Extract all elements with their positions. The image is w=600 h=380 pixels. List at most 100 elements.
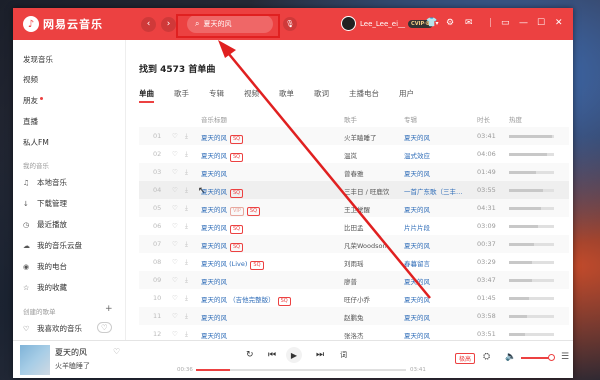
download-icon[interactable]: ⤓ <box>185 222 188 231</box>
download-icon[interactable]: ⤓ <box>185 330 188 339</box>
song-album[interactable]: 夏天的风 <box>404 204 474 214</box>
download-icon[interactable]: ⤓ <box>185 168 188 177</box>
song-album[interactable]: 夏天的风 <box>404 330 474 340</box>
app-logo[interactable]: ♪ 网易云音乐 <box>23 16 141 32</box>
table-row[interactable]: 02 ♡ ⤓ 夏天的风 SQ 温岚 温式效应 04:06 <box>139 145 569 163</box>
heart-icon[interactable]: ♡ <box>172 276 178 284</box>
sidebar-item-fm[interactable]: 私人FM <box>23 137 49 148</box>
song-artist[interactable]: 王卫觉醒 <box>344 204 404 214</box>
user-profile[interactable]: Lee_Lee_ei__ CVIP·8 ▾ <box>341 16 439 31</box>
heart-icon[interactable]: ♡ <box>172 150 178 158</box>
table-row[interactable]: 03 ♡ ⤓ 夏天的风 曾春雅 夏天的风 01:49 <box>139 163 569 181</box>
song-title[interactable]: 夏天的风 （吉他完整版） SQ <box>201 294 336 306</box>
heart-icon[interactable]: ♡ <box>172 330 178 338</box>
download-icon[interactable]: ⤓ <box>185 258 188 267</box>
sidebar-item-live[interactable]: 直播 <box>23 116 38 127</box>
mail-icon[interactable]: ✉ <box>465 18 473 28</box>
song-album[interactable]: 温式效应 <box>404 150 474 160</box>
tab-artists[interactable]: 歌手 <box>174 88 189 99</box>
song-title[interactable]: 夏天的风 SQ <box>201 150 336 162</box>
download-icon[interactable]: ⤓ <box>185 294 188 303</box>
heart-icon[interactable]: ♡ <box>172 222 178 230</box>
heart-icon[interactable]: ♡ <box>172 186 178 194</box>
song-album[interactable]: 片片片段 <box>404 222 474 232</box>
sidebar-item-collection[interactable]: ☆ 我的收藏 <box>23 282 67 293</box>
gear-icon[interactable]: ⚙ <box>446 18 454 28</box>
listen-together-icon[interactable]: ⛭ <box>483 352 490 362</box>
tab-albums[interactable]: 专辑 <box>209 88 224 99</box>
volume-icon[interactable]: 🔈 <box>505 352 516 362</box>
tab-songs[interactable]: 单曲 <box>139 88 154 103</box>
song-title[interactable]: 夏天的风 <box>201 312 336 322</box>
table-row[interactable]: 09 ♡ ⤓ 夏天的风 廖普 夏天的风 03:47 <box>139 271 569 289</box>
microphone-icon[interactable]: 🎙 <box>283 17 297 31</box>
song-title[interactable]: 夏天的风 SQ <box>201 240 336 252</box>
sidebar-item-discover[interactable]: 发现音乐 <box>23 54 53 65</box>
download-icon[interactable]: ⤓ <box>185 186 188 195</box>
play-button[interactable]: ▶ <box>286 347 302 363</box>
table-row[interactable]: 05 ♡ ⤓ 夏天的风 VIP SQ 王卫觉醒 夏天的风 04:31 <box>139 199 569 217</box>
song-album[interactable]: 夏天的风 <box>404 276 474 286</box>
table-row[interactable]: 08 ♡ ⤓ 夏天的风 (Live) SQ 刘雨瑶 春暮留言 03:29 <box>139 253 569 271</box>
song-artist[interactable]: 三丰日 / 旺鹿饮 <box>344 186 404 196</box>
song-title[interactable]: 夏天的风 SQ <box>201 132 336 144</box>
now-playing-title[interactable]: 夏天的风 <box>55 347 87 358</box>
maximize-icon[interactable]: ☐ <box>537 18 545 28</box>
heartbeat-mode-button[interactable]: ♡ <box>97 322 112 333</box>
skin-icon[interactable]: 👕 <box>426 18 437 28</box>
progress-bar[interactable] <box>196 369 406 371</box>
username[interactable]: Lee_Lee_ei__ <box>360 20 405 28</box>
now-playing-artist[interactable]: 火羊瞌睡了 <box>55 361 90 371</box>
column-hot[interactable]: 热度 <box>509 114 522 124</box>
song-artist[interactable]: 比田孟 <box>344 222 404 232</box>
column-album[interactable]: 专辑 <box>404 114 417 124</box>
song-artist[interactable]: 温岚 <box>344 150 404 160</box>
song-artist[interactable]: 刘雨瑶 <box>344 258 404 268</box>
avatar[interactable] <box>341 16 356 31</box>
song-title[interactable]: 夏天的风 SQ <box>201 186 336 198</box>
song-title[interactable]: 夏天的风 <box>201 276 336 286</box>
sidebar-item-cloud[interactable]: ☁ 我的音乐云盘 <box>23 240 82 251</box>
song-artist[interactable]: 凡荣Woodson <box>344 240 404 250</box>
download-icon[interactable]: ⤓ <box>185 132 188 141</box>
album-cover[interactable] <box>20 345 50 375</box>
song-artist[interactable]: 张洛杰 <box>344 330 404 340</box>
song-album[interactable]: 夏天的风 <box>404 312 474 322</box>
table-row[interactable]: 07 ♡ ⤓ 夏天的风 SQ 凡荣Woodson 夏天的风 00:37 <box>139 235 569 253</box>
heart-icon[interactable]: ♡ <box>172 312 178 320</box>
download-icon[interactable]: ⤓ <box>185 150 188 159</box>
next-icon[interactable]: ⏭ <box>316 350 324 360</box>
column-title[interactable]: 音乐标题 <box>201 114 227 124</box>
song-album[interactable]: 春暮留言 <box>404 258 474 268</box>
close-icon[interactable]: ✕ <box>555 18 563 28</box>
sidebar-item-liked-music[interactable]: ♡ 我喜欢的音乐 <box>23 323 82 334</box>
tab-videos[interactable]: 视频 <box>244 88 259 99</box>
song-title[interactable]: 夏天的风 (Live) SQ <box>201 258 336 270</box>
lyric-icon[interactable]: 词 <box>340 350 347 360</box>
sidebar-item-local-music[interactable]: ♫ 本地音乐 <box>23 177 67 188</box>
download-icon[interactable]: ⤓ <box>185 204 188 213</box>
sidebar-item-video[interactable]: 视频 <box>23 74 38 85</box>
sidebar-item-recent[interactable]: ◷ 最近播放 <box>23 219 67 230</box>
column-artist[interactable]: 歌手 <box>344 114 357 124</box>
previous-icon[interactable]: ⏮ <box>268 350 276 360</box>
heart-icon[interactable]: ♡ <box>113 347 120 356</box>
table-row[interactable]: 01 ♡ ⤓ 夏天的风 SQ 火羊瞌睡了 夏天的风 03:41 <box>139 127 569 145</box>
heart-icon[interactable]: ♡ <box>172 294 178 302</box>
song-title[interactable]: 夏天的风 <box>201 330 336 340</box>
loop-icon[interactable]: ↻ <box>246 350 254 360</box>
table-row[interactable]: 10 ♡ ⤓ 夏天的风 （吉他完整版） SQ 旺仔小乔 夏天的风 01:45 <box>139 289 569 307</box>
song-artist[interactable]: 曾春雅 <box>344 168 404 178</box>
song-title[interactable]: 夏天的风 VIP SQ <box>201 204 336 216</box>
playlist-icon[interactable]: ☰ <box>561 352 569 362</box>
table-row[interactable]: 06 ♡ ⤓ 夏天的风 SQ 比田孟 片片片段 03:09 <box>139 217 569 235</box>
mini-mode-icon[interactable]: ▭ <box>501 18 510 28</box>
song-album[interactable]: 夏天的风 <box>404 168 474 178</box>
sidebar-item-downloads[interactable]: ↓ 下载管理 <box>23 198 67 209</box>
song-artist[interactable]: 旺仔小乔 <box>344 294 404 304</box>
add-playlist-icon[interactable]: + <box>105 304 113 314</box>
song-album[interactable]: 夏天的风 <box>404 132 474 142</box>
quality-badge[interactable]: 极高 <box>455 353 476 364</box>
tab-playlists[interactable]: 歌单 <box>279 88 294 99</box>
minimize-icon[interactable]: — <box>519 18 528 28</box>
